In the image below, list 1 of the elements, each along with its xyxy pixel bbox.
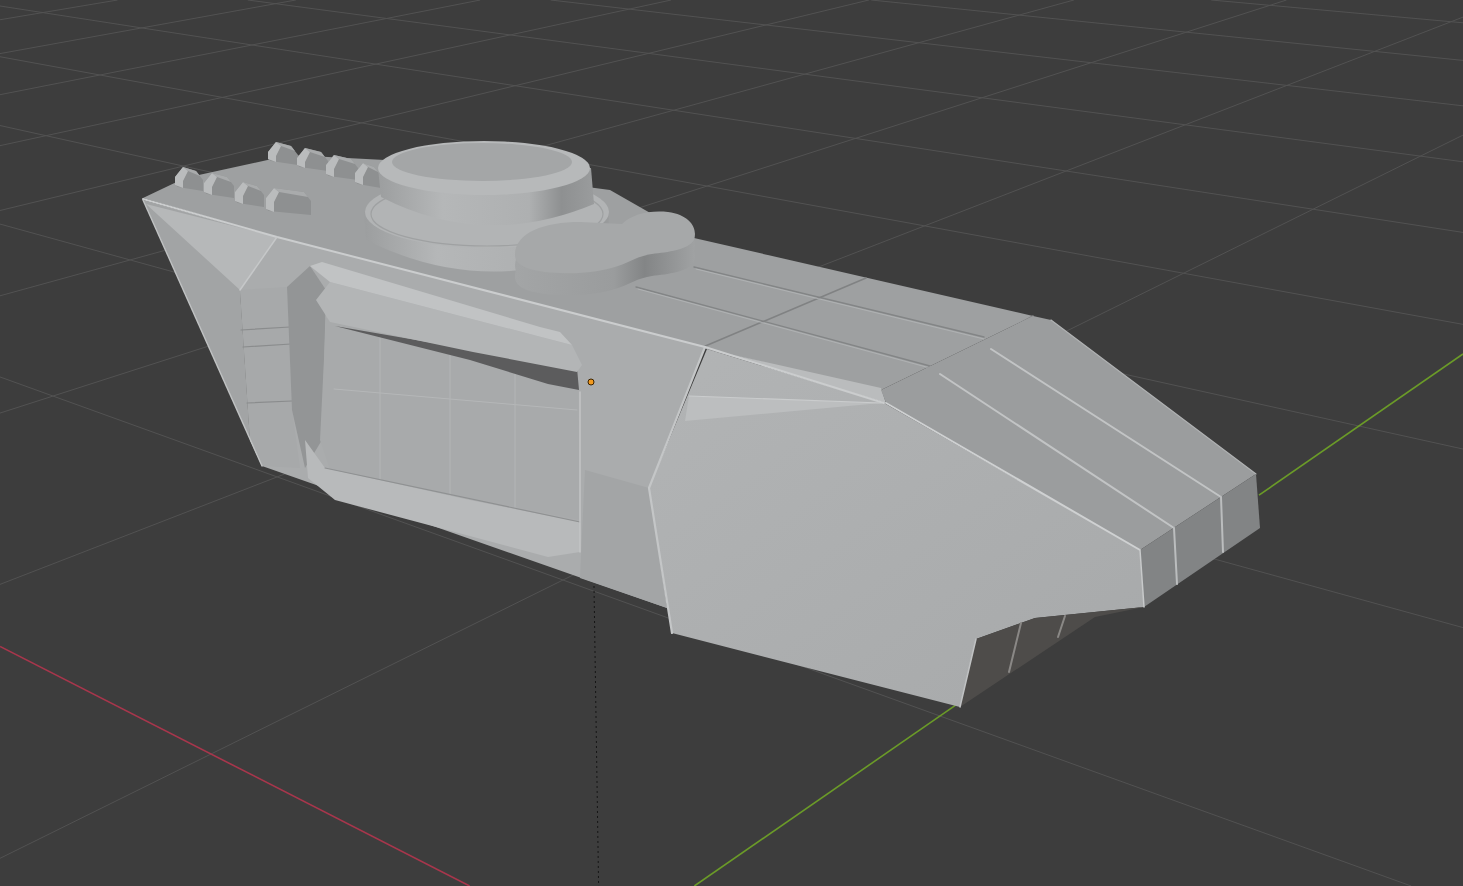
- origin-dot-icon: [587, 378, 595, 386]
